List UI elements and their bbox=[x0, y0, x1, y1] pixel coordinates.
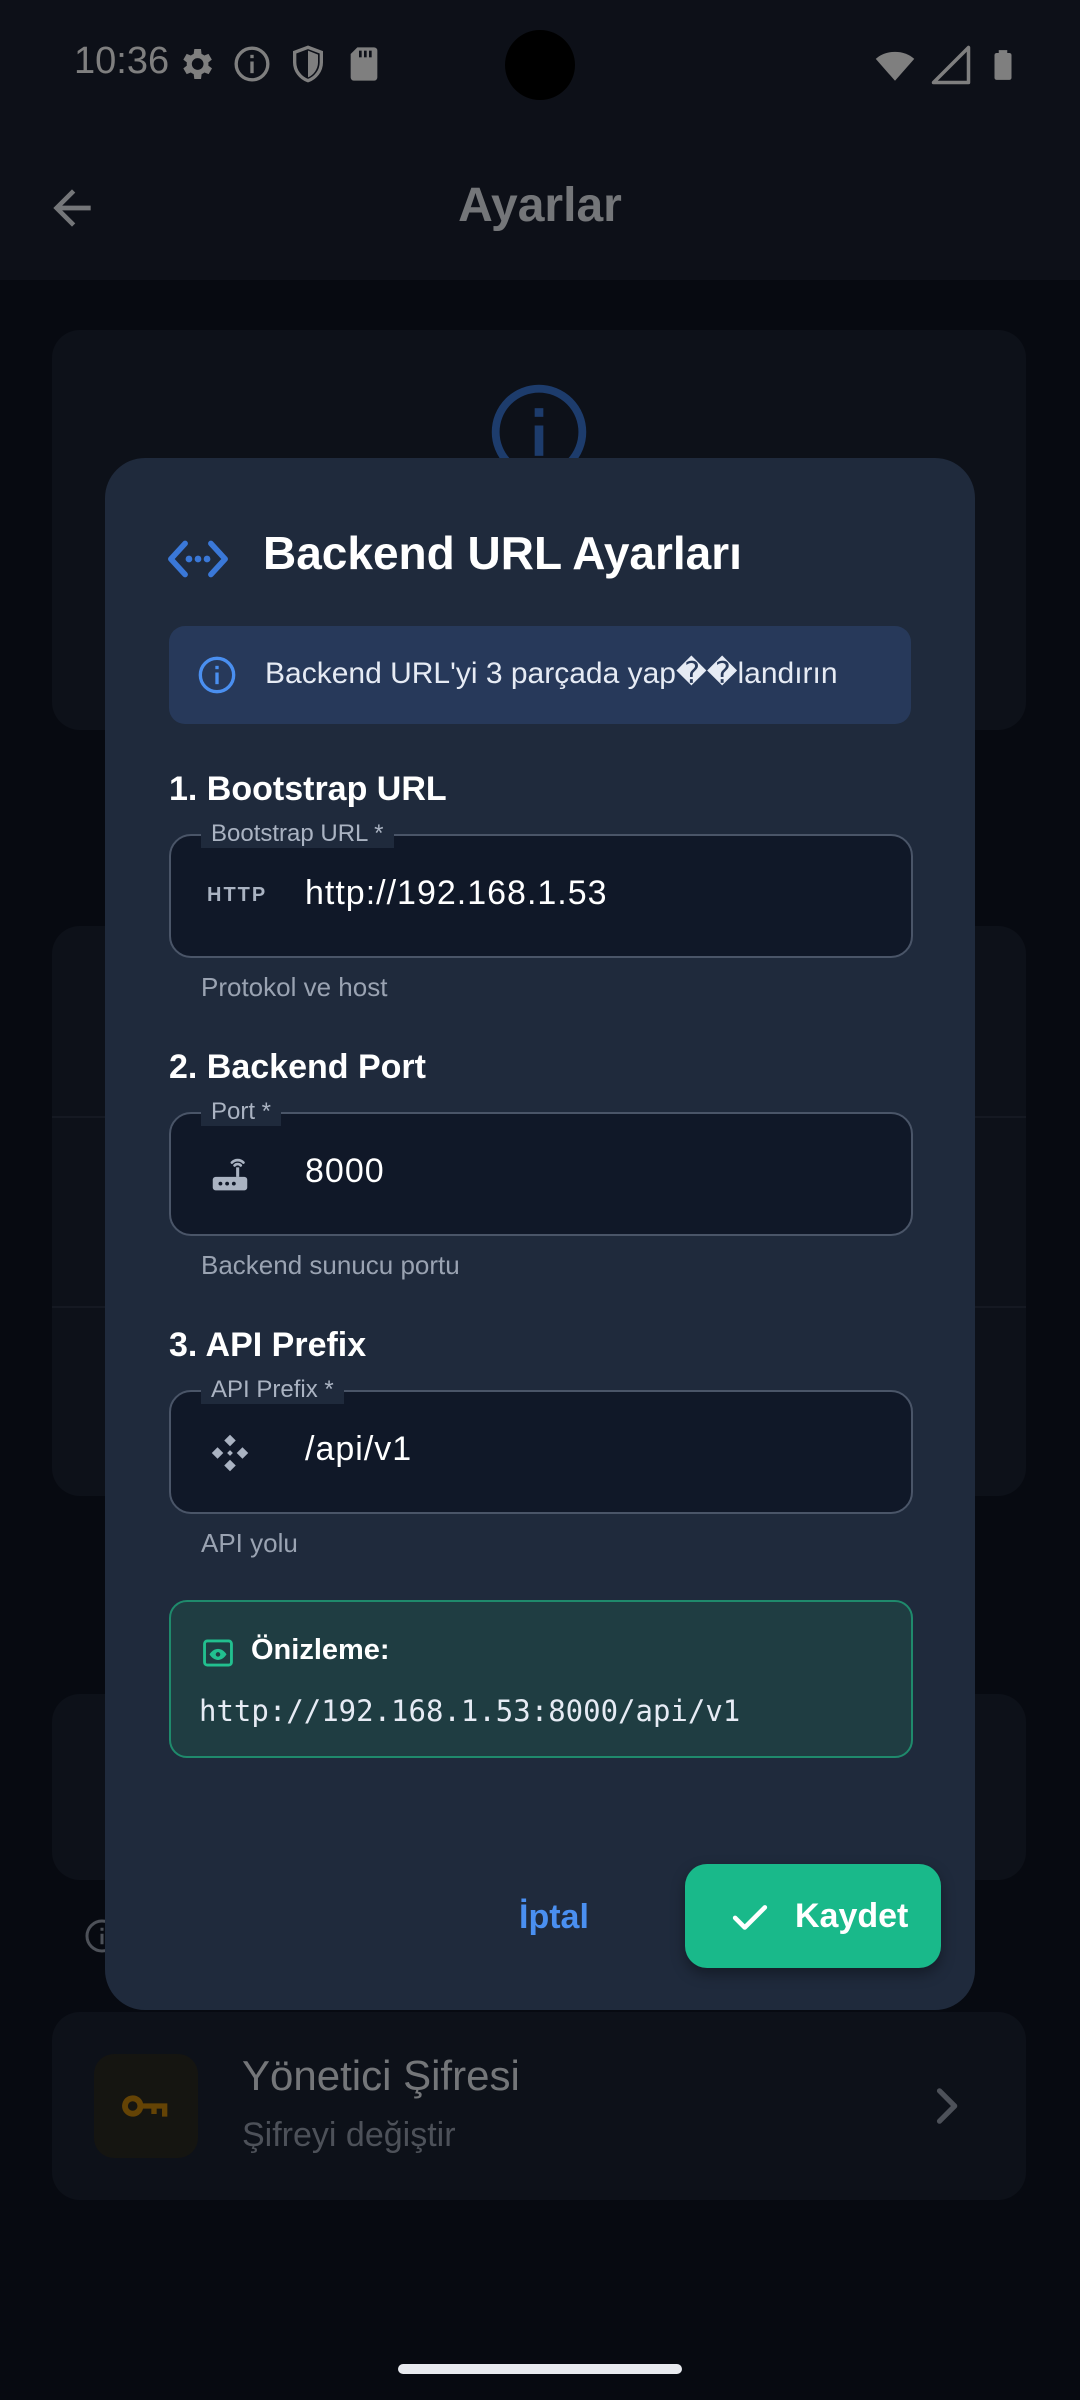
section-heading-api-prefix: 3. API Prefix bbox=[169, 1326, 367, 1364]
port-field[interactable]: Port * 8000 bbox=[169, 1098, 913, 1236]
preview-label: Önizleme: bbox=[251, 1634, 390, 1666]
http-icon: HTTP bbox=[207, 884, 268, 906]
field-label: Bootstrap URL * bbox=[201, 820, 394, 848]
api-prefix-field[interactable]: API Prefix * /api/v1 bbox=[169, 1376, 913, 1514]
home-indicator[interactable] bbox=[398, 2364, 682, 2374]
section-heading-bootstrap: 1. Bootstrap URL bbox=[169, 770, 447, 808]
api-icon bbox=[211, 1434, 249, 1472]
code-icon bbox=[168, 540, 228, 578]
save-button[interactable]: Kaydet bbox=[685, 1864, 941, 1968]
bootstrap-url-input[interactable]: http://192.168.1.53 bbox=[305, 874, 608, 913]
router-icon bbox=[212, 1158, 248, 1191]
backend-url-dialog: Backend URL Ayarları Backend URL'yi 3 pa… bbox=[105, 458, 975, 2010]
field-label: API Prefix * bbox=[201, 1376, 344, 1404]
info-icon bbox=[198, 656, 236, 694]
check-icon bbox=[732, 1905, 768, 1930]
helper-text: Backend sunucu portu bbox=[201, 1250, 460, 1280]
section-heading-port: 2. Backend Port bbox=[169, 1048, 426, 1086]
preview-url: http://192.168.1.53:8000/api/v1 bbox=[199, 1694, 741, 1728]
save-button-label: Kaydet bbox=[795, 1897, 909, 1935]
port-input[interactable]: 8000 bbox=[305, 1152, 385, 1191]
preview-icon bbox=[203, 1639, 233, 1667]
info-banner-text: Backend URL'yi 3 parçada yap��landırın bbox=[265, 657, 838, 690]
bootstrap-url-field[interactable]: Bootstrap URL * HTTP http://192.168.1.53 bbox=[169, 820, 913, 958]
helper-text: API yolu bbox=[201, 1528, 298, 1558]
cancel-button[interactable]: İptal bbox=[519, 1898, 589, 1937]
url-preview-box: Önizleme: http://192.168.1.53:8000/api/v… bbox=[169, 1600, 913, 1758]
dialog-title: Backend URL Ayarları bbox=[263, 527, 742, 579]
field-label: Port * bbox=[201, 1098, 282, 1126]
api-prefix-input[interactable]: /api/v1 bbox=[305, 1430, 412, 1469]
info-banner: Backend URL'yi 3 parçada yap��landırın bbox=[169, 626, 911, 724]
helper-text: Protokol ve host bbox=[201, 972, 388, 1002]
